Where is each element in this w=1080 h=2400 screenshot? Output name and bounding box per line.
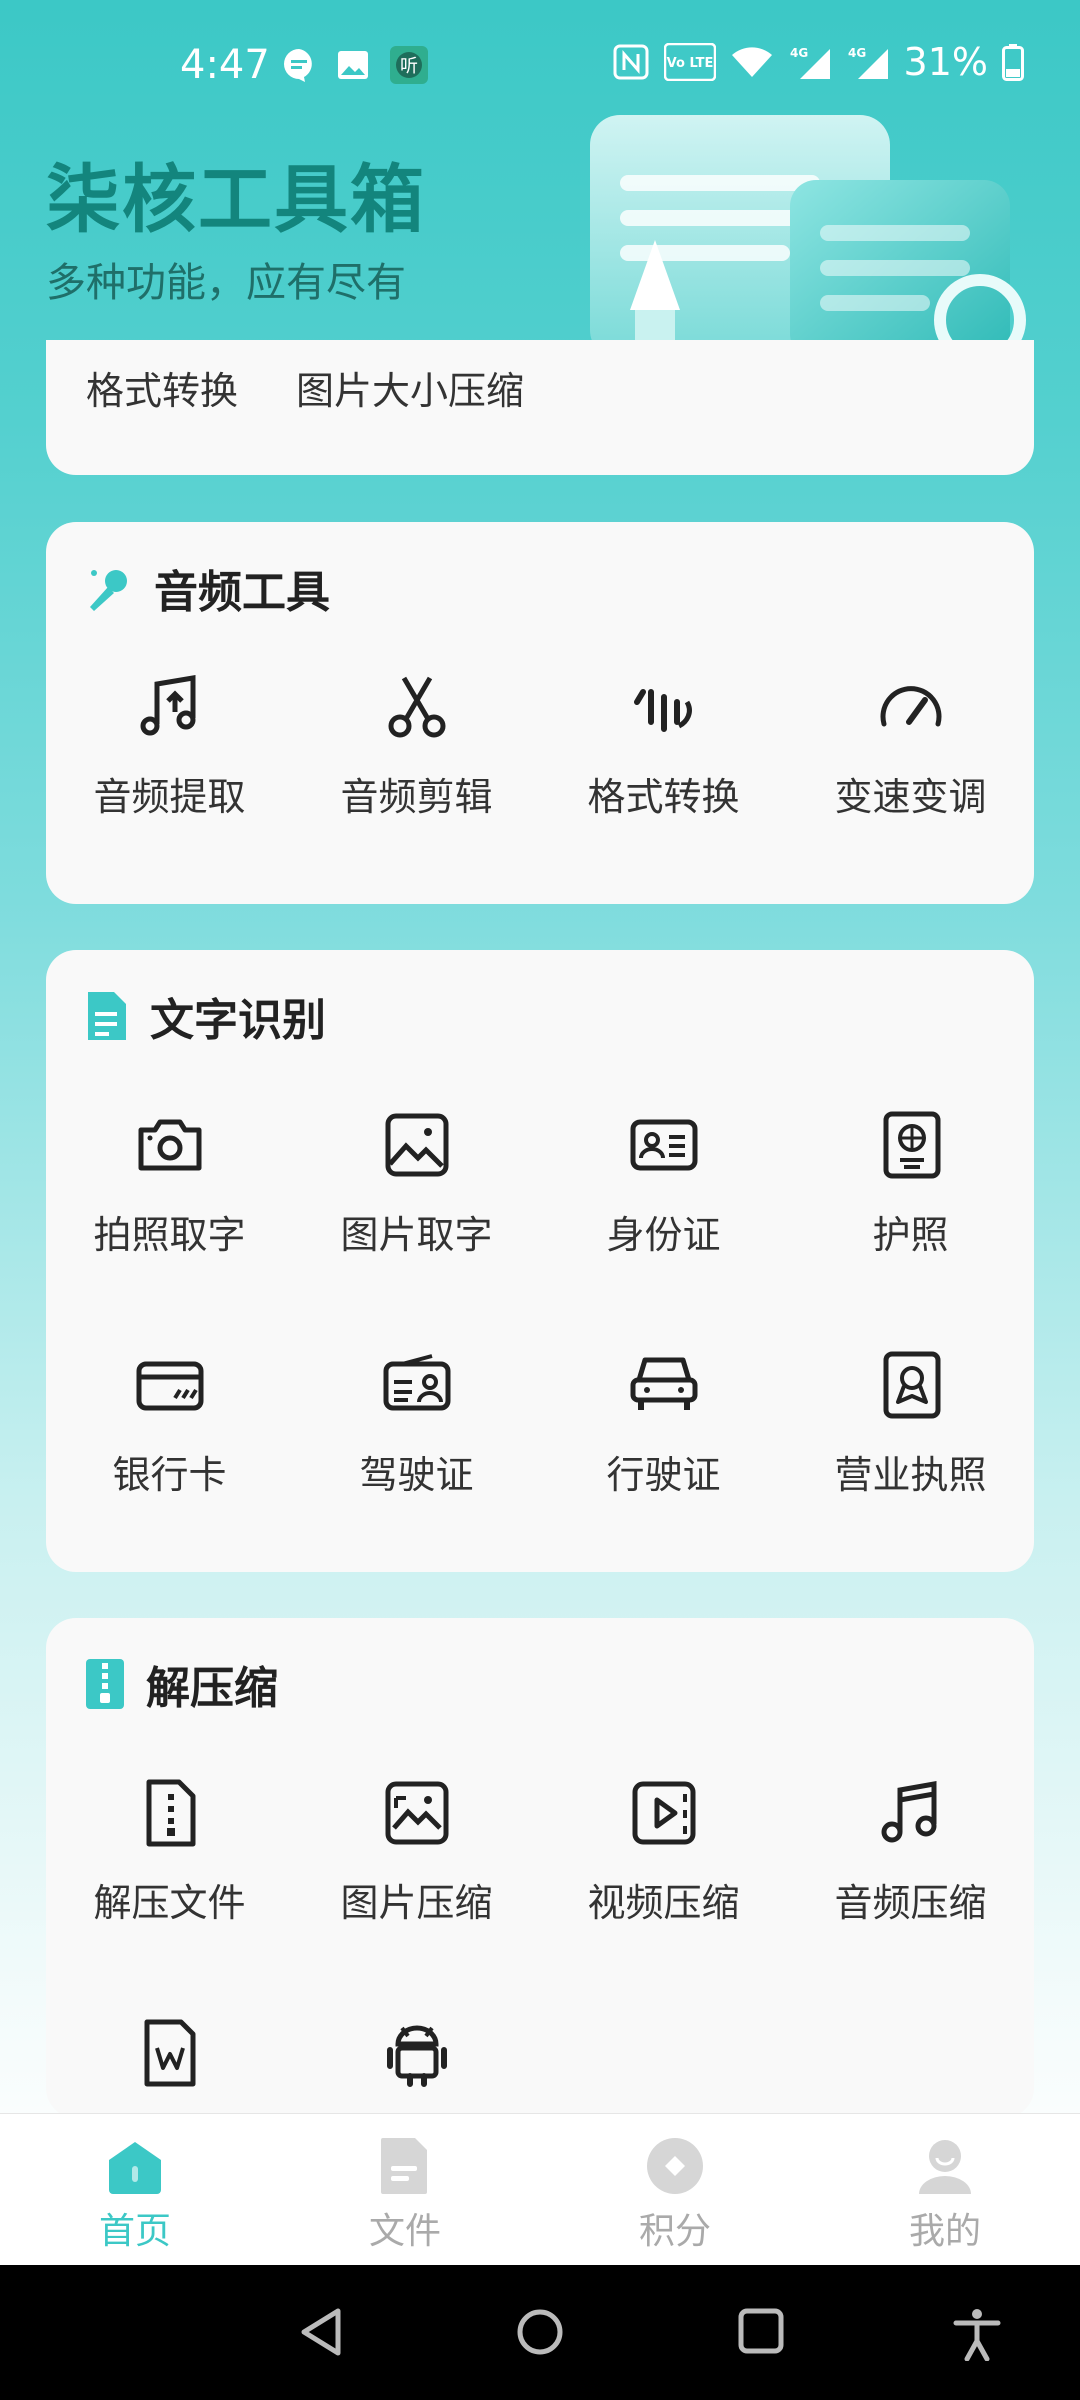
tab-profile[interactable]: 我的 [810,2136,1080,2254]
id-card-button[interactable]: 身份证 [540,1110,787,1259]
document-icon [84,988,130,1044]
app-title: 柒核工具箱 [46,157,426,243]
car-icon [630,1357,697,1410]
tab-home[interactable]: 首页 [0,2136,270,2254]
word-compress-button[interactable] [46,2018,293,2088]
status-time: 4:47 [180,42,270,88]
video-compress-button[interactable]: 视频压缩 [540,1778,787,1927]
driver-license-icon [383,1354,450,1411]
bank-card-icon [136,1361,203,1411]
nfc-icon [612,43,650,81]
music-upload-icon [140,675,195,736]
compression-card: 解压缩 解压文件 图片压缩 视频压缩 音频压缩 [46,1618,1034,2118]
audio-format-button[interactable]: 格式转换 [540,672,787,821]
word-doc-icon [144,2019,195,2087]
format-card-partial: 格式转换 图片大小压缩 [46,340,1034,475]
business-license-icon [883,1351,940,1419]
zip-file-icon [146,1779,195,1847]
battery-icon [1002,43,1024,81]
svg-text:听: 听 [400,56,418,77]
home-icon [109,2142,161,2194]
id-card-icon [630,1119,697,1171]
format-convert-link[interactable]: 格式转换 [86,360,238,415]
picture-icon [385,1113,448,1177]
audio-tools-card: 音频工具 音频提取 音频剪辑 格式转换 变速变调 [46,522,1034,904]
photo-text-button[interactable]: 拍照取字 [46,1110,293,1259]
battery-percent: 31% [903,40,988,84]
svg-text:4G: 4G [790,46,808,60]
image-compress-button[interactable]: 图片压缩 [293,1778,540,1927]
zip-icon [84,1657,126,1711]
apk-compress-button[interactable] [293,2018,540,2088]
ting-icon: 听 [390,46,428,84]
compression-title: 解压缩 [146,1663,278,1714]
music-note-icon [881,1781,936,1843]
audio-extract-button[interactable]: 音频提取 [46,672,293,821]
app-subtitle: 多种功能，应有尽有 [46,260,406,306]
scissors-icon [388,676,445,738]
home-circle-icon[interactable] [515,2307,565,2361]
image-icon [336,46,370,84]
android-icon [386,2025,447,2087]
image-compress-icon [385,1781,448,1845]
svg-text:4G: 4G [848,46,866,60]
vehicle-license-button[interactable]: 行驶证 [540,1350,787,1499]
signal-4g-icon: 4G [846,43,890,81]
video-compress-icon [632,1781,695,1845]
passport-button[interactable]: 护照 [787,1110,1034,1259]
speedometer-icon [880,686,941,727]
audio-tools-title: 音频工具 [154,567,330,618]
speed-pitch-button[interactable]: 变速变调 [787,672,1034,821]
passport-icon [883,1111,940,1179]
bank-card-button[interactable]: 银行卡 [46,1350,293,1499]
image-text-button[interactable]: 图片取字 [293,1110,540,1259]
bottom-navigation: 首页 文件 积分 我的 [0,2113,1080,2266]
text-recognition-title: 文字识别 [150,995,326,1046]
audio-compress-button[interactable]: 音频压缩 [787,1778,1034,1927]
text-recognition-card: 文字识别 拍照取字 图片取字 身份证 护照 银行卡 驾驶证 行驶证 营业执照 [46,950,1034,1572]
microphone-icon [84,563,134,613]
wifi-icon [730,45,774,79]
unzip-file-button[interactable]: 解压文件 [46,1778,293,1927]
recents-icon[interactable] [737,2307,785,2359]
signal-4g-icon: 4G [788,43,832,81]
camera-icon [138,1119,201,1171]
accessibility-icon[interactable] [952,2307,1002,2365]
driver-license-button[interactable]: 驾驶证 [293,1350,540,1499]
points-icon [647,2138,703,2194]
back-icon[interactable] [298,2307,344,2361]
tab-files[interactable]: 文件 [270,2136,540,2254]
profile-icon [919,2140,971,2194]
system-navigation-bar [0,2265,1080,2400]
header-illustration-icon [590,110,1050,366]
tab-points[interactable]: 积分 [540,2136,810,2254]
svg-text:Vo LTE: Vo LTE [666,56,713,71]
waveform-icon [633,689,692,732]
volte-icon: Vo LTE [663,43,716,81]
message-icon [282,46,316,84]
file-icon [381,2138,427,2194]
business-license-button[interactable]: 营业执照 [787,1350,1034,1499]
audio-cut-button[interactable]: 音频剪辑 [293,672,540,821]
image-size-compress-link[interactable]: 图片大小压缩 [296,360,524,415]
